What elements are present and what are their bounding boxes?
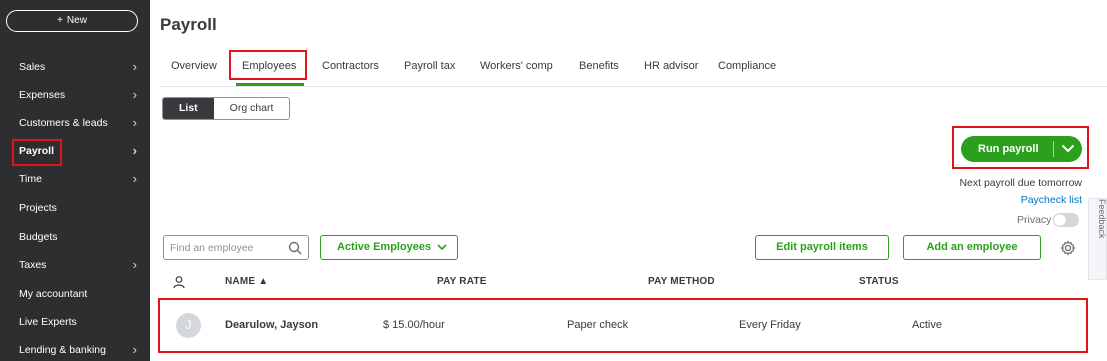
- gear-icon[interactable]: [1060, 240, 1076, 256]
- sidebar-item-live-experts[interactable]: Live Experts: [0, 308, 150, 336]
- sidebar-item-sales[interactable]: Sales ›: [0, 53, 150, 81]
- tab-payroll-tax[interactable]: Payroll tax: [404, 60, 455, 72]
- sidebar-item-taxes[interactable]: Taxes ›: [0, 251, 150, 279]
- run-payroll-label: Run payroll: [978, 143, 1039, 155]
- edit-payroll-items-button[interactable]: Edit payroll items: [755, 235, 889, 260]
- sidebar-item-my-accountant[interactable]: My accountant: [0, 280, 150, 308]
- new-button-label: New: [66, 15, 87, 26]
- toggle-knob: [1054, 214, 1066, 226]
- view-list-option[interactable]: List: [163, 98, 214, 119]
- sidebar-item-label: Projects: [19, 202, 57, 214]
- sidebar-item-label: Taxes: [19, 259, 47, 271]
- chevron-right-icon: ›: [132, 342, 137, 357]
- pay-schedule-cell: Every Friday: [739, 319, 801, 331]
- tab-employees[interactable]: Employees: [242, 60, 296, 72]
- chevron-down-icon: [437, 244, 447, 251]
- app-root: + New Sales › Expenses › Customers & lead…: [0, 0, 1107, 361]
- sidebar-item-label: Expenses: [19, 89, 66, 101]
- page-title: Payroll: [160, 15, 217, 34]
- chevron-right-icon: ›: [132, 87, 137, 102]
- chevron-right-icon: ›: [132, 115, 137, 130]
- sidebar-item-budgets[interactable]: Budgets: [0, 223, 150, 251]
- tab-contractors[interactable]: Contractors: [322, 60, 379, 72]
- chevron-down-icon: [1062, 145, 1074, 153]
- sidebar-item-label: Time: [19, 173, 42, 185]
- sidebar-item-label: Live Experts: [19, 316, 77, 328]
- sidebar-item-label: Lending & banking: [19, 344, 106, 356]
- person-icon: [173, 276, 185, 289]
- tab-bar: Overview Employees Contractors Payroll t…: [160, 47, 1107, 87]
- view-toggle: List Org chart: [162, 97, 291, 120]
- tab-hr-advisor[interactable]: HR advisor: [644, 60, 698, 72]
- employee-status-filter[interactable]: Active Employees: [320, 235, 458, 260]
- column-header-status[interactable]: STATUS: [859, 276, 899, 287]
- sidebar-item-label: Sales: [19, 61, 46, 73]
- view-org-chart-option[interactable]: Org chart: [213, 98, 290, 119]
- sidebar: + New Sales › Expenses › Customers & lead…: [0, 0, 150, 361]
- sidebar-item-label: Budgets: [19, 231, 58, 243]
- sidebar-item-payroll[interactable]: Payroll ›: [0, 137, 150, 165]
- pay-rate-cell: $ 15.00/hour: [383, 319, 445, 331]
- status-cell: Active: [912, 319, 942, 331]
- avatar: J: [176, 313, 201, 338]
- sidebar-item-expenses[interactable]: Expenses ›: [0, 81, 150, 109]
- plus-icon: +: [57, 15, 63, 26]
- employee-search-input[interactable]: Find an employee: [163, 235, 309, 260]
- sidebar-item-projects[interactable]: Projects: [0, 194, 150, 222]
- filter-label: Active Employees: [337, 241, 432, 253]
- search-icon: [288, 241, 302, 255]
- chevron-right-icon: ›: [132, 59, 137, 74]
- sidebar-item-customers-leads[interactable]: Customers & leads ›: [0, 109, 150, 137]
- new-button[interactable]: + New: [6, 10, 138, 32]
- chevron-right-icon: ›: [132, 171, 137, 186]
- run-payroll-button[interactable]: Run payroll: [961, 136, 1082, 162]
- add-employee-button[interactable]: Add an employee: [903, 235, 1041, 260]
- column-header-pay-method[interactable]: PAY METHOD: [648, 276, 715, 287]
- sidebar-item-time[interactable]: Time ›: [0, 165, 150, 193]
- feedback-label: Feedback: [1097, 199, 1107, 239]
- next-payroll-text: Next payroll due tomorrow: [959, 177, 1082, 189]
- column-header-name[interactable]: NAME ▲: [225, 276, 268, 287]
- pay-method-cell: Paper check: [567, 319, 629, 331]
- sidebar-item-lending-banking[interactable]: Lending & banking ›: [0, 336, 150, 361]
- tab-workers-comp[interactable]: Workers' comp: [480, 60, 553, 72]
- run-payroll-dropdown[interactable]: [1057, 141, 1079, 157]
- search-placeholder: Find an employee: [170, 242, 254, 254]
- employee-name[interactable]: Dearulow, Jayson: [225, 319, 318, 331]
- sidebar-item-label: Customers & leads: [19, 117, 108, 129]
- sidebar-item-label: My accountant: [19, 288, 88, 300]
- active-tab-indicator: [236, 83, 304, 86]
- button-divider: [1053, 141, 1054, 157]
- privacy-toggle[interactable]: [1053, 213, 1079, 227]
- tab-benefits[interactable]: Benefits: [579, 60, 619, 72]
- tab-compliance[interactable]: Compliance: [718, 60, 776, 72]
- chevron-right-icon: ›: [132, 143, 137, 158]
- chevron-right-icon: ›: [132, 257, 137, 272]
- privacy-label: Privacy: [1017, 214, 1052, 226]
- column-header-pay-rate[interactable]: PAY RATE: [437, 276, 487, 287]
- sidebar-item-label: Payroll: [19, 145, 55, 157]
- tab-overview[interactable]: Overview: [171, 60, 217, 72]
- feedback-tab[interactable]: Feedback: [1088, 198, 1107, 280]
- paycheck-list-link[interactable]: Paycheck list: [1021, 194, 1082, 206]
